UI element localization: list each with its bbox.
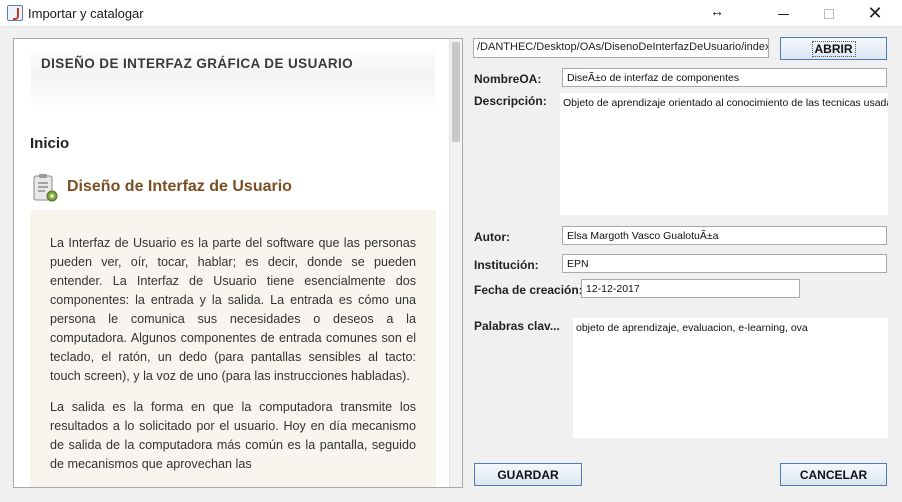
institucion-field[interactable]: EPN — [562, 254, 887, 273]
nombre-label: NombreOA: — [474, 72, 542, 86]
minimize-icon — [777, 14, 789, 15]
minimize-button[interactable] — [760, 0, 806, 27]
java-app-icon — [7, 5, 23, 21]
preview-page: DISEÑO DE INTERFAZ GRÁFICA DE USUARIO In… — [14, 39, 450, 487]
descripcion-label: Descripción: — [474, 94, 547, 108]
nombre-field[interactable]: DiseÃ±o de interfaz de componentes — [562, 68, 887, 87]
content-paragraph: La salida es la forma en que la computad… — [50, 400, 416, 471]
window-title: Importar y catalogar — [28, 6, 144, 21]
save-button[interactable]: GUARDAR — [474, 463, 582, 486]
html-preview-pane[interactable]: DISEÑO DE INTERFAZ GRÁFICA DE USUARIO In… — [13, 38, 463, 488]
autor-label: Autor: — [474, 230, 510, 244]
content-box: La Interfaz de Usuario es la parte del s… — [30, 210, 436, 487]
open-button[interactable]: ABRIR — [780, 37, 887, 60]
page-heading: Inicio — [30, 135, 70, 152]
maximize-icon — [824, 8, 834, 19]
file-path-field[interactable]: /DANTHEC/Desktop/OAs/DisenoDeInterfazDeU… — [473, 38, 769, 58]
window-client-area: DISEÑO DE INTERFAZ GRÁFICA DE USUARIO In… — [0, 27, 902, 502]
palabras-label: Palabras clav... — [474, 319, 560, 333]
page-banner: DISEÑO DE INTERFAZ GRÁFICA DE USUARIO — [31, 46, 435, 110]
scrollbar-thumb[interactable] — [452, 42, 460, 142]
descripcion-textarea[interactable]: Objeto de aprendizaje orientado al conoc… — [560, 93, 888, 215]
close-icon: ✕ — [867, 2, 883, 24]
maximize-button[interactable] — [806, 0, 852, 27]
fecha-field[interactable]: 12-12-2017 — [581, 279, 800, 298]
content-paragraph: La Interfaz de Usuario es la parte del s… — [50, 236, 416, 383]
window-titlebar: Importar y catalogar ↔ ✕ — [0, 0, 902, 27]
open-button-label: ABRIR — [811, 40, 856, 57]
banner-title: DISEÑO DE INTERFAZ GRÁFICA DE USUARIO — [41, 56, 354, 71]
cancel-button[interactable]: CANCELAR — [780, 463, 887, 486]
section-title: Diseño de Interfaz de Usuario — [67, 178, 292, 195]
clipboard-icon — [33, 174, 58, 202]
palabras-textarea[interactable]: objeto de aprendizaje, evaluacion, e-lea… — [573, 318, 888, 438]
autor-field[interactable]: Elsa Margoth Vasco GualotuÃ±a — [562, 226, 887, 245]
resize-arrows-icon: ↔ — [710, 3, 724, 19]
fecha-label: Fecha de creación: — [474, 283, 583, 297]
preview-vertical-scrollbar[interactable] — [449, 39, 462, 487]
close-button[interactable]: ✕ — [852, 0, 898, 27]
institucion-label: Institución: — [474, 258, 539, 272]
